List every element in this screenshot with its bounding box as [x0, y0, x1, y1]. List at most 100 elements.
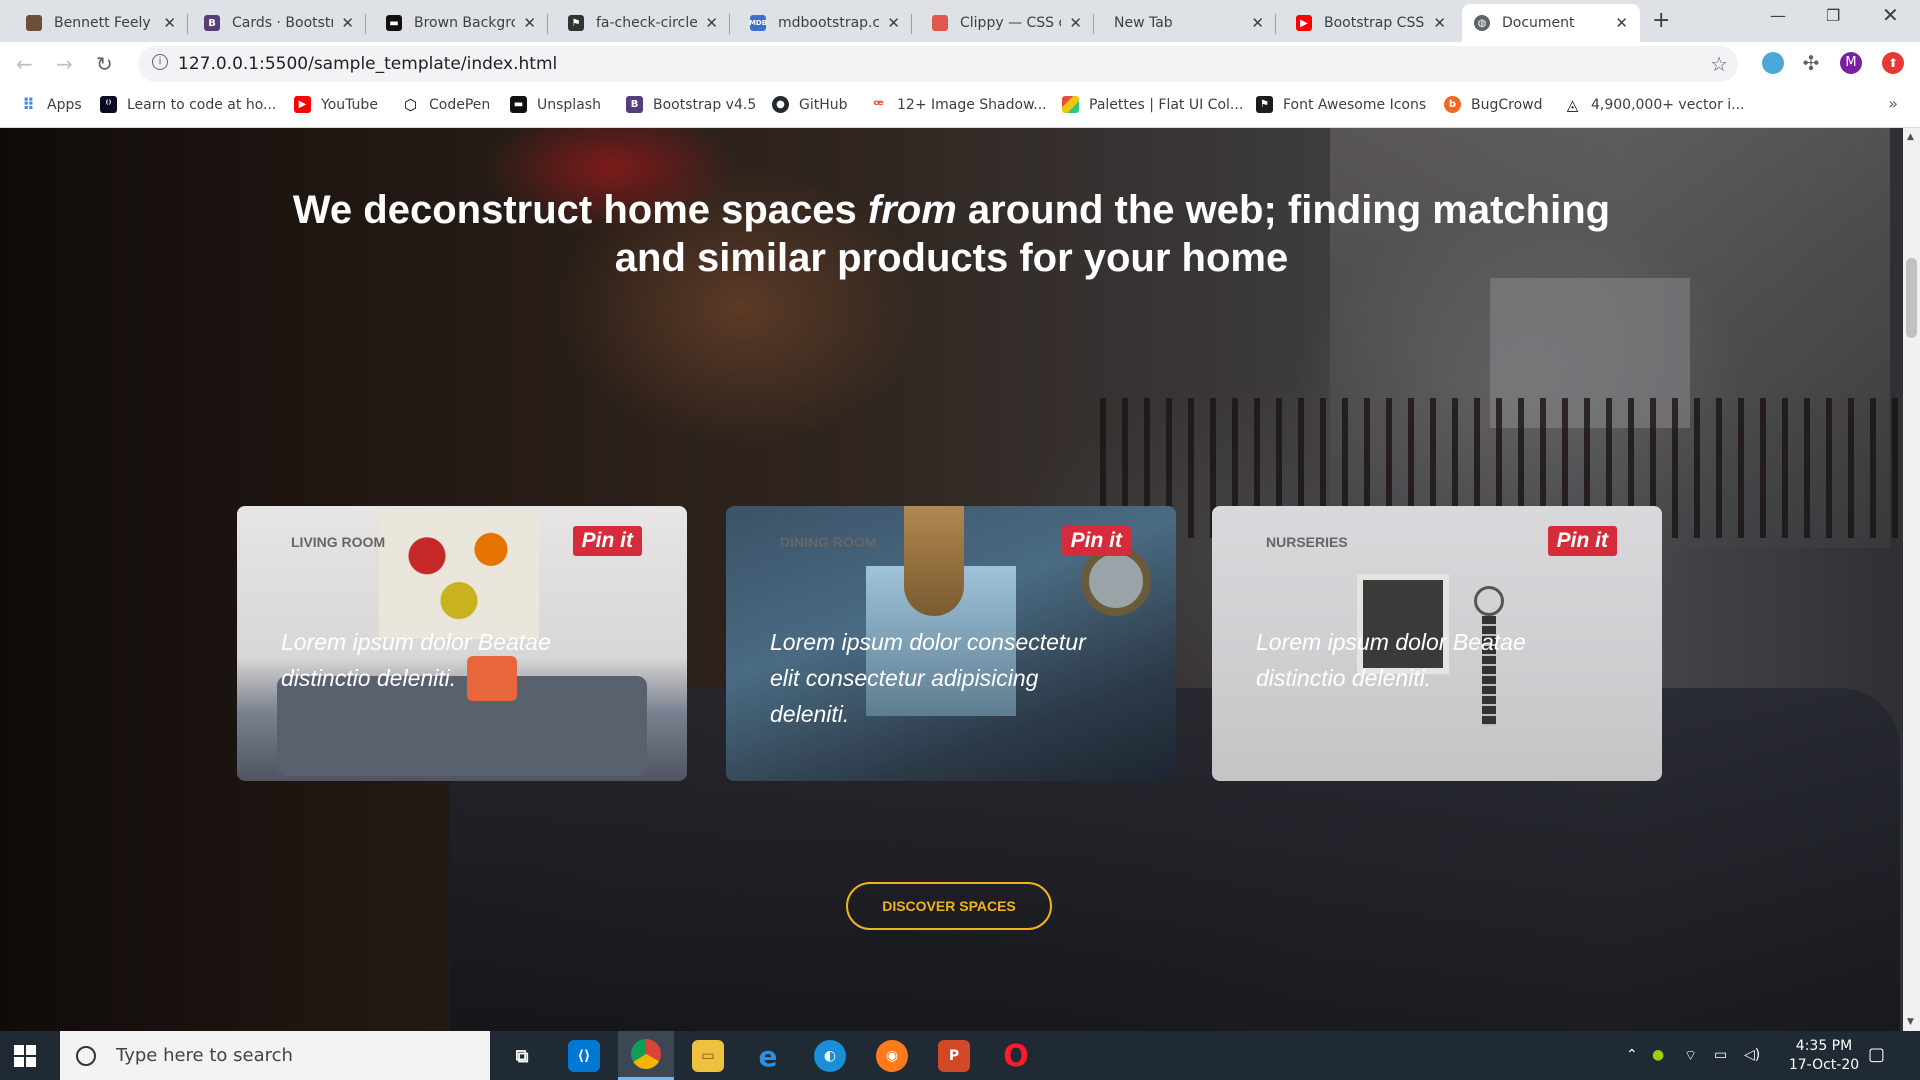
edge-icon[interactable]: ◐ [814, 1040, 846, 1072]
page-scrollbar[interactable]: ▲ ▼ [1903, 128, 1920, 1031]
close-icon[interactable]: ✕ [1615, 14, 1628, 32]
bookmark-bootstrap[interactable]: B Bootstrap v4.5 [626, 96, 756, 113]
menu-update-icon[interactable]: ⬆ [1882, 52, 1904, 74]
tab-1[interactable]: B Cards · Bootstra ✕ [192, 4, 366, 42]
profile-avatar[interactable]: M [1840, 52, 1862, 74]
close-icon[interactable]: ✕ [1251, 14, 1264, 32]
powerpoint-icon[interactable]: P [938, 1040, 970, 1072]
bookmark-apps[interactable]: ⠿ Apps [20, 95, 81, 114]
forward-icon[interactable]: → [56, 52, 73, 76]
system-clock[interactable]: 4:35 PM 17-Oct-20 [1764, 1037, 1884, 1075]
scroll-down-icon[interactable]: ▼ [1907, 1017, 1914, 1027]
scroll-up-icon[interactable]: ▲ [1907, 132, 1914, 142]
task-view-icon[interactable]: ⧉ [506, 1040, 538, 1072]
maximize-icon[interactable]: ❐ [1826, 6, 1840, 25]
wifi-icon[interactable]: ⌔ [1684, 1047, 1697, 1065]
card-description: Lorem ipsum dolor Beatae distinctio dele… [281, 629, 551, 691]
bookmark-flat-ui[interactable]: Palettes | Flat UI Col... [1062, 96, 1243, 113]
globe-icon: ◍ [1474, 15, 1490, 31]
close-icon[interactable]: ✕ [523, 14, 536, 32]
tab-5[interactable]: Clippy — CSS c ✕ [920, 4, 1094, 42]
vector-icon: ◬ [1566, 95, 1579, 114]
battery-icon[interactable]: ▭ [1714, 1047, 1727, 1063]
card-dining-room[interactable]: DINING ROOM Pin it Lorem ipsum dolor con… [726, 506, 1176, 781]
card-image-art [379, 511, 539, 639]
tab-title: New Tab [1114, 15, 1173, 31]
opera-icon[interactable]: O [1000, 1039, 1032, 1074]
pin-it-button[interactable]: Pin it [1061, 526, 1131, 556]
youtube-icon: ▶ [1296, 15, 1312, 31]
address-bar[interactable]: i 127.0.0.1:5500/sample_template/index.h… [138, 46, 1738, 82]
bookmark-font-awesome[interactable]: ⚑ Font Awesome Icons [1256, 96, 1426, 113]
new-tab-button[interactable]: + [1652, 8, 1670, 33]
card-living-room[interactable]: LIVING ROOM Pin it Lorem ipsum dolor Bea… [237, 506, 687, 781]
bookmark-codepen[interactable]: ⬡ CodePen [402, 96, 490, 114]
close-icon[interactable]: ✕ [163, 14, 176, 32]
clock-date: 17-Oct-20 [1788, 1057, 1860, 1073]
close-window-icon[interactable]: ✕ [1882, 3, 1899, 27]
taskbar-search-placeholder[interactable]: Type here to search [116, 1045, 293, 1066]
vscode-icon[interactable]: ⟨⟩ [568, 1040, 600, 1072]
bookmark-freecodecamp[interactable]: ⁽⁾ Learn to code at ho... [100, 96, 276, 113]
card-description: Lorem ipsum dolor consectetur elit conse… [770, 629, 1086, 727]
show-hidden-icons-icon[interactable]: ⌃ [1626, 1047, 1638, 1063]
apps-grid-icon: ⠿ [22, 95, 35, 114]
bookmark-image-shadow[interactable]: ꟹ 12+ Image Shadow... [870, 95, 1046, 114]
card-nurseries[interactable]: NURSERIES Pin it Lorem ipsum dolor Beata… [1212, 506, 1662, 781]
close-icon[interactable]: ✕ [341, 14, 354, 32]
tab-6[interactable]: New Tab ✕ [1102, 4, 1276, 42]
site-info-icon[interactable]: i [152, 54, 168, 70]
bookmarks-bar: ⠿ Apps ⁽⁾ Learn to code at ho... ▶ YouTube … [0, 86, 1920, 128]
card-category: LIVING ROOM [291, 534, 386, 550]
pin-it-button[interactable]: Pin it [572, 526, 642, 556]
minimize-icon[interactable]: — [1770, 6, 1786, 25]
bookmark-youtube[interactable]: ▶ YouTube [294, 96, 378, 113]
tab-0[interactable]: Bennett Feely ✕ [14, 4, 188, 42]
tab-title: Document [1502, 15, 1575, 31]
font-awesome-icon: ⚑ [1256, 96, 1273, 113]
volume-icon[interactable]: ◁) [1744, 1047, 1760, 1063]
more-bookmarks-icon[interactable]: » [1888, 94, 1898, 113]
tab-title: Clippy — CSS c [960, 15, 1062, 31]
tab-2[interactable]: ▬ Brown Backgro ✕ [374, 4, 548, 42]
image-shadow-icon: ꟹ [873, 95, 884, 114]
tab-title: Bennett Feely [54, 15, 151, 31]
back-icon[interactable]: ← [16, 52, 33, 76]
close-icon[interactable]: ✕ [705, 14, 718, 32]
close-icon[interactable]: ✕ [1069, 14, 1082, 32]
bookmark-star-icon[interactable]: ☆ [1710, 52, 1728, 76]
chrome-icon[interactable] [618, 1031, 674, 1080]
bookmark-github[interactable]: ● GitHub [772, 96, 848, 113]
tab-3[interactable]: ⚑ fa-check-circle ✕ [556, 4, 730, 42]
palette-icon [1062, 96, 1079, 113]
tab-8-active[interactable]: ◍ Document ✕ [1462, 4, 1640, 42]
bookmark-vector[interactable]: ◬ 4,900,000+ vector i... [1564, 95, 1745, 114]
mdb-icon: MDB [749, 15, 767, 31]
bookmark-bugcrowd[interactable]: b BugCrowd [1444, 96, 1543, 113]
search-icon [76, 1045, 96, 1066]
tab-7[interactable]: ▶ Bootstrap CSS ✕ [1284, 4, 1458, 42]
notifications-icon[interactable]: ▢ [1868, 1044, 1885, 1065]
card-category: NURSERIES [1266, 534, 1348, 550]
font-awesome-icon: ⚑ [568, 15, 584, 31]
taskbar-search[interactable]: Type here to search [60, 1031, 490, 1080]
pin-it-button[interactable]: Pin it [1547, 526, 1617, 556]
tab-title: Bootstrap CSS [1324, 15, 1425, 31]
windows-start-icon[interactable] [14, 1045, 36, 1067]
scrollbar-thumb[interactable] [1906, 258, 1917, 338]
card-description: Lorem ipsum dolor Beatae distinctio dele… [1256, 629, 1526, 691]
url-text[interactable]: 127.0.0.1:5500/sample_template/index.htm… [178, 54, 557, 74]
tray-app-icon[interactable]: ● [1652, 1047, 1664, 1063]
extensions-puzzle-icon[interactable]: ✣ [1800, 52, 1822, 74]
discover-spaces-button[interactable]: DISCOVER SPACES [846, 882, 1052, 930]
tab-4[interactable]: MDB mdbootstrap.co ✕ [738, 4, 912, 42]
close-icon[interactable]: ✕ [1433, 14, 1446, 32]
windows-taskbar: Type here to search ⧉ ⟨⟩ ▭ e ◐ ◉ P O ⌃ ●… [0, 1031, 1920, 1080]
reload-icon[interactable]: ↻ [96, 52, 113, 76]
close-icon[interactable]: ✕ [887, 14, 900, 32]
file-explorer-icon[interactable]: ▭ [692, 1040, 724, 1072]
internet-explorer-icon[interactable]: e [752, 1040, 784, 1073]
firefox-icon[interactable]: ◉ [876, 1040, 908, 1072]
bookmark-unsplash[interactable]: ▬ Unsplash [510, 96, 601, 113]
extension-shield-icon[interactable] [1762, 52, 1784, 74]
